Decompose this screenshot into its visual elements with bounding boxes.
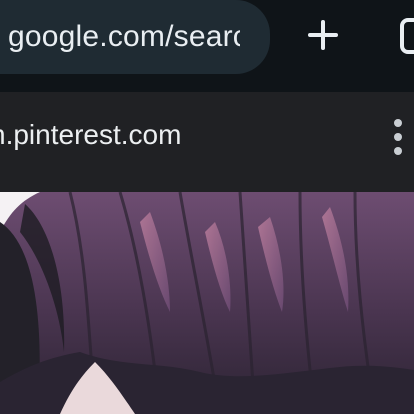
address-bar[interactable]: google.com/search [0,0,270,74]
plus-icon [308,20,338,50]
more-options-button[interactable] [384,114,412,160]
site-bar: n.pinterest.com [0,92,414,192]
anime-hair-illustration [0,192,414,414]
site-domain: n.pinterest.com [0,119,182,150]
browser-screen: google.com/search n.pinterest.com [0,0,414,414]
new-tab-button[interactable] [300,12,346,58]
address-bar-url[interactable]: google.com/search [8,18,240,56]
page-content-image[interactable] [0,192,414,414]
browser-toolbar: google.com/search [0,0,414,88]
more-vert-icon [394,119,402,155]
tab-switcher-icon [400,18,414,54]
tab-switcher-button[interactable] [398,16,414,56]
